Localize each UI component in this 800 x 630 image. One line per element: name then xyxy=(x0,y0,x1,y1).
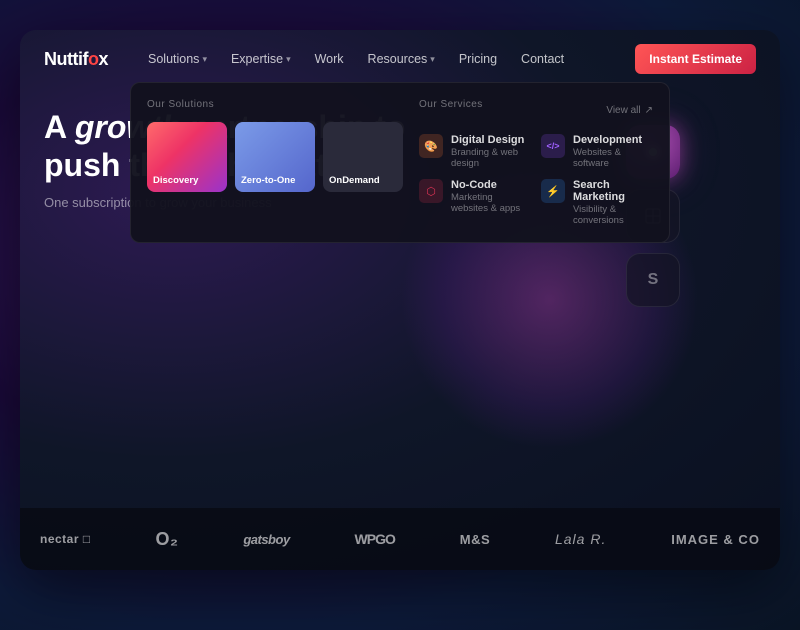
solutions-dropdown: Our Solutions Discovery Zero-to-One OnDe… xyxy=(130,82,670,243)
brand-image-co: IMAGE & CO xyxy=(671,532,760,547)
digital-design-desc: Branding & web design xyxy=(451,147,531,169)
no-code-icon: ⬡ xyxy=(419,179,443,203)
nav-contact[interactable]: Contact xyxy=(521,52,564,66)
brand-wpgo: WPGO xyxy=(355,531,395,547)
search-marketing-text: Search Marketing Visibility & conversion… xyxy=(573,179,653,226)
chevron-down-icon: ▾ xyxy=(202,54,207,65)
brand-nectar: nectar □ xyxy=(40,532,91,546)
services-column: Our Services View all ↗ 🎨 Digital Design… xyxy=(419,99,653,226)
development-name: Development xyxy=(573,134,653,146)
nav-expertise[interactable]: Expertise ▾ xyxy=(231,52,291,66)
nav-links: Solutions ▾ Expertise ▾ Work Resources ▾… xyxy=(148,52,635,66)
solution-ondemand[interactable]: OnDemand xyxy=(323,122,403,192)
chevron-down-icon: ▾ xyxy=(286,54,291,65)
development-icon: </> xyxy=(541,134,565,158)
search-marketing-name: Search Marketing xyxy=(573,179,653,203)
services-col-label: Our Services xyxy=(419,99,483,110)
brand-o2: O₂ xyxy=(155,529,178,550)
solution-ondemand-label: OnDemand xyxy=(329,175,380,186)
logo-bar-inner: nectar □ O₂ gatsboy WPGO M&S Lala R. IMA… xyxy=(40,529,760,550)
digital-design-icon: 🎨 xyxy=(419,134,443,158)
no-code-desc: Marketing websites & apps xyxy=(451,192,531,214)
logo-bar: nectar □ O₂ gatsboy WPGO M&S Lala R. IMA… xyxy=(20,508,780,570)
navbar: Nuttifox Solutions ▾ Expertise ▾ Work Re… xyxy=(20,30,780,88)
development-text: Development Websites & software xyxy=(573,134,653,169)
view-all-button[interactable]: View all ↗ xyxy=(606,105,653,116)
arrow-icon: ↗ xyxy=(645,105,653,116)
no-code-name: No-Code xyxy=(451,179,531,191)
service-development[interactable]: </> Development Websites & software xyxy=(541,134,653,169)
no-code-text: No-Code Marketing websites & apps xyxy=(451,179,531,214)
brand-ms: M&S xyxy=(460,532,490,547)
services-header: Our Services View all ↗ xyxy=(419,99,653,122)
solutions-column: Our Solutions Discovery Zero-to-One OnDe… xyxy=(147,99,403,226)
solution-zero-to-one[interactable]: Zero-to-One xyxy=(235,122,315,192)
search-marketing-desc: Visibility & conversions xyxy=(573,204,653,226)
app-icon-dark2: S xyxy=(626,253,680,307)
service-digital-design[interactable]: 🎨 Digital Design Branding & web design xyxy=(419,134,531,169)
logo-dot: o xyxy=(88,49,99,69)
logo[interactable]: Nuttifox xyxy=(44,49,108,70)
solution-cards: Discovery Zero-to-One OnDemand xyxy=(147,122,403,192)
instant-estimate-button[interactable]: Instant Estimate xyxy=(635,44,756,74)
digital-design-text: Digital Design Branding & web design xyxy=(451,134,531,169)
nav-work[interactable]: Work xyxy=(315,52,344,66)
brand-gatsby: gatsboy xyxy=(243,532,289,547)
solutions-col-label: Our Solutions xyxy=(147,99,403,110)
page-wrapper: Nuttifox Solutions ▾ Expertise ▾ Work Re… xyxy=(20,30,780,570)
nav-pricing[interactable]: Pricing xyxy=(459,52,497,66)
services-grid: 🎨 Digital Design Branding & web design <… xyxy=(419,134,653,226)
brand-lala: Lala R. xyxy=(555,531,606,547)
solution-zero-label: Zero-to-One xyxy=(241,175,295,186)
nav-resources[interactable]: Resources ▾ xyxy=(368,52,435,66)
nav-solutions[interactable]: Solutions ▾ xyxy=(148,52,207,66)
solution-discovery[interactable]: Discovery xyxy=(147,122,227,192)
search-marketing-icon: ⚡ xyxy=(541,179,565,203)
digital-design-name: Digital Design xyxy=(451,134,531,146)
solution-discovery-label: Discovery xyxy=(153,175,198,186)
chevron-down-icon: ▾ xyxy=(430,54,435,65)
service-search-marketing[interactable]: ⚡ Search Marketing Visibility & conversi… xyxy=(541,179,653,226)
development-desc: Websites & software xyxy=(573,147,653,169)
service-no-code[interactable]: ⬡ No-Code Marketing websites & apps xyxy=(419,179,531,226)
